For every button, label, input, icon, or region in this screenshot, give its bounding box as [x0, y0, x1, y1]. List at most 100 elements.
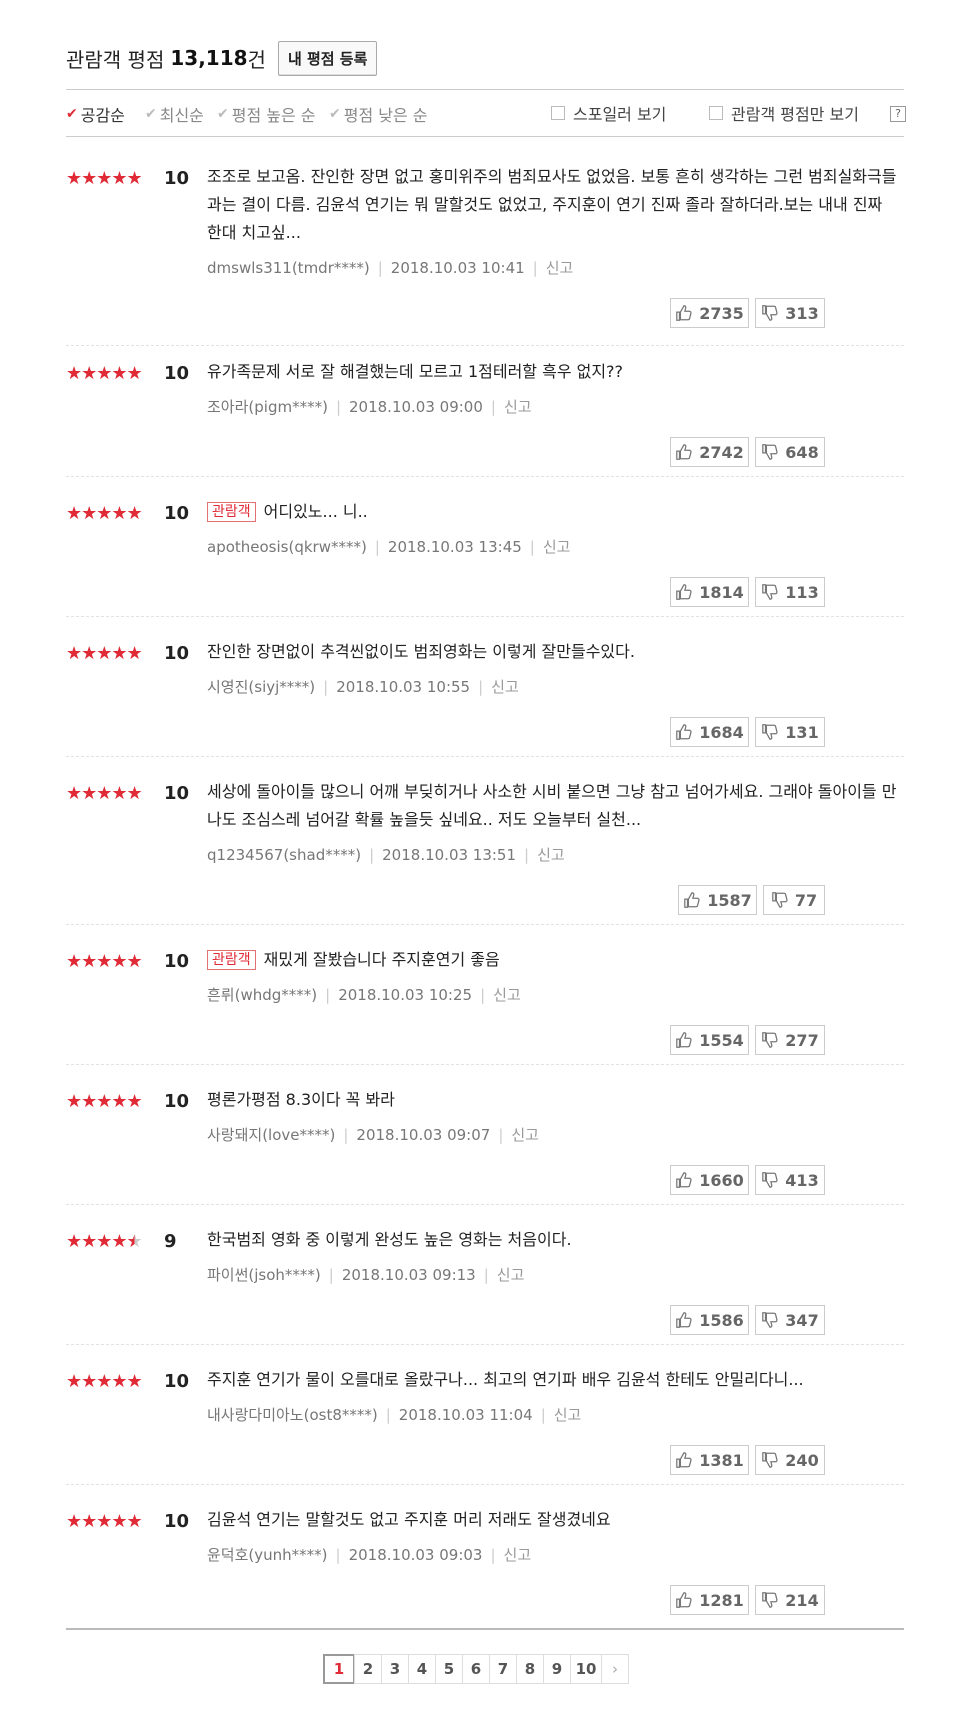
report-link[interactable]: 신고	[504, 398, 532, 416]
thumbs-up-icon	[675, 1451, 693, 1469]
dislike-button[interactable]: 313	[755, 298, 825, 328]
rating-score: 10	[164, 1511, 190, 1532]
like-button[interactable]: 1587	[678, 885, 757, 915]
report-link[interactable]: 신고	[497, 1266, 525, 1284]
like-button[interactable]: 1554	[670, 1025, 749, 1055]
review-item: ★★★★★ 9 한국범죄 영화 중 이렇게 완성도 높은 영화는 처음이다. 파이썬(…	[66, 1204, 904, 1345]
dislike-button[interactable]: 648	[755, 437, 825, 467]
page-7[interactable]: 7	[489, 1654, 517, 1684]
like-button[interactable]: 1660	[670, 1165, 749, 1195]
report-link[interactable]: 신고	[504, 1546, 532, 1564]
separator: |	[385, 1406, 391, 1424]
show-spoiler-option[interactable]: 스포일러 보기	[551, 101, 666, 125]
review-author[interactable]: apotheosis(qkrw****)	[207, 538, 367, 556]
page-8[interactable]: 8	[516, 1654, 544, 1684]
option-label: 관람객 평점만 보기	[731, 105, 859, 124]
star-rating-icon: ★★★★★	[66, 1231, 143, 1252]
report-link[interactable]: 신고	[493, 986, 521, 1004]
dislike-button[interactable]: 347	[755, 1305, 825, 1335]
dislike-button[interactable]: 240	[755, 1445, 825, 1475]
write-review-button[interactable]: 내 평점 등록	[277, 40, 378, 76]
star-rating-icon: ★★★★★	[66, 1511, 143, 1532]
separator: |	[498, 1126, 504, 1144]
report-link[interactable]: 신고	[537, 846, 565, 864]
report-link[interactable]: 신고	[543, 538, 571, 556]
viewer-only-option[interactable]: 관람객 평점만 보기	[709, 101, 859, 125]
like-button[interactable]: 1684	[670, 717, 749, 747]
sort-by-high-rating[interactable]: ✔ 평점 높은 순	[217, 102, 316, 126]
report-link[interactable]: 신고	[491, 678, 519, 696]
dislike-count: 413	[785, 1170, 819, 1190]
review-author[interactable]: 파이썬(jsoh****)	[207, 1266, 321, 1284]
like-button[interactable]: 1586	[670, 1305, 749, 1335]
review-date: 2018.10.03 09:13	[341, 1266, 476, 1284]
review-text: 유가족문제 서로 잘 해결했는데 모르고 1점테러할 흑우 없지??	[207, 358, 897, 386]
report-link[interactable]: 신고	[511, 1126, 539, 1144]
dislike-button[interactable]: 277	[755, 1025, 825, 1055]
report-link[interactable]: 신고	[554, 1406, 582, 1424]
page-6[interactable]: 6	[462, 1654, 490, 1684]
like-button[interactable]: 1381	[670, 1445, 749, 1475]
review-meta: apotheosis(qkrw****) | 2018.10.03 13:45 | 신고	[207, 536, 570, 557]
page-10[interactable]: 10	[570, 1654, 602, 1684]
review-count: 13,118	[170, 46, 248, 70]
sort-by-low-rating[interactable]: ✔ 평점 낮은 순	[329, 102, 428, 126]
spoiler-checkbox[interactable]	[551, 106, 565, 120]
like-count: 1281	[699, 1590, 744, 1610]
review-author[interactable]: 사랑돼지(love****)	[207, 1126, 335, 1144]
dislike-count: 277	[785, 1030, 819, 1050]
like-count: 1587	[707, 890, 752, 910]
dislike-button[interactable]: 413	[755, 1165, 825, 1195]
like-button[interactable]: 2735	[670, 298, 749, 328]
review-date: 2018.10.03 11:04	[398, 1406, 533, 1424]
review-body: 한국범죄 영화 중 이렇게 완성도 높은 영화는 처음이다.	[207, 1230, 572, 1249]
sort-by-latest[interactable]: ✔ 최신순	[145, 102, 204, 126]
dislike-button[interactable]: 214	[755, 1585, 825, 1615]
review-author[interactable]: dmswls311(tmdr****)	[207, 259, 370, 277]
sort-label: 공감순	[80, 106, 125, 125]
thumbs-down-icon	[761, 723, 779, 741]
next-page-icon[interactable]: ›	[601, 1654, 629, 1684]
review-author[interactable]: 시영진(siyj****)	[207, 678, 315, 696]
like-button[interactable]: 1814	[670, 577, 749, 607]
thumbs-down-icon	[761, 1311, 779, 1329]
page-9[interactable]: 9	[543, 1654, 571, 1684]
page-1[interactable]: 1	[323, 1654, 355, 1684]
review-author[interactable]: 흔뤼(whdg****)	[207, 986, 317, 1004]
check-icon: ✔	[217, 106, 229, 122]
like-count: 1586	[699, 1310, 744, 1330]
thumbs-up-icon	[675, 723, 693, 741]
review-author[interactable]: q1234567(shad****)	[207, 846, 361, 864]
review-date: 2018.10.03 13:45	[387, 538, 522, 556]
review-author[interactable]: 윤덕호(yunh****)	[207, 1546, 328, 1564]
review-meta: 흔뤼(whdg****) | 2018.10.03 10:25 | 신고	[207, 984, 521, 1005]
separator: |	[490, 1546, 496, 1564]
page-2[interactable]: 2	[354, 1654, 382, 1684]
review-author[interactable]: 내사랑다미아노(ost8****)	[207, 1406, 378, 1424]
like-button[interactable]: 1281	[670, 1585, 749, 1615]
review-date: 2018.10.03 10:41	[390, 259, 525, 277]
separator: |	[369, 846, 375, 864]
page-4[interactable]: 4	[408, 1654, 436, 1684]
page-3[interactable]: 3	[381, 1654, 409, 1684]
like-button[interactable]: 2742	[670, 437, 749, 467]
review-text: 평론가평점 8.3이다 꼭 봐라	[207, 1086, 897, 1114]
help-icon[interactable]: ?	[890, 106, 906, 122]
dislike-button[interactable]: 113	[755, 577, 825, 607]
report-link[interactable]: 신고	[546, 259, 574, 277]
separator: |	[323, 678, 329, 696]
review-body: 김윤석 연기는 말할것도 없고 주지훈 머리 저래도 잘생겼네요	[207, 1510, 611, 1529]
page-5[interactable]: 5	[435, 1654, 463, 1684]
pagination: 1 2 3 4 5 6 7 8 9 10 ›	[323, 1654, 629, 1684]
review-author[interactable]: 조아라(pigm****)	[207, 398, 328, 416]
dislike-button[interactable]: 77	[763, 885, 825, 915]
review-item: ★★★★★ 10 유가족문제 서로 잘 해결했는데 모르고 1점테러할 흑우 없지?…	[66, 336, 904, 477]
rating-score: 10	[164, 363, 190, 384]
separator: |	[532, 259, 538, 277]
viewer-only-checkbox[interactable]	[709, 106, 723, 120]
dislike-button[interactable]: 131	[755, 717, 825, 747]
thumbs-up-icon	[675, 443, 693, 461]
thumbs-up-icon	[675, 1591, 693, 1609]
review-body: 평론가평점 8.3이다 꼭 봐라	[207, 1090, 395, 1109]
sort-by-likes[interactable]: ✔ 공감순	[66, 102, 125, 126]
